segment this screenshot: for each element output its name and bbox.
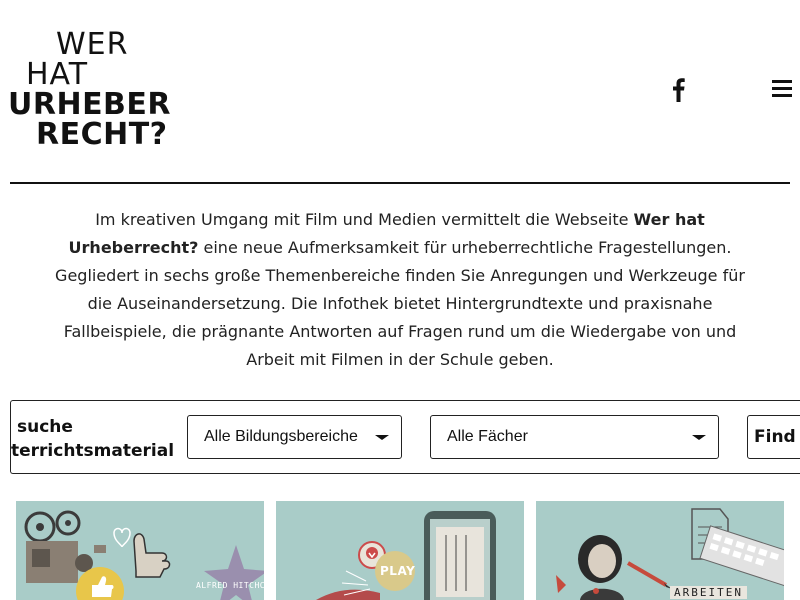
logo-line-urheber: URHEBER xyxy=(8,87,172,122)
arbeiten-stamp: ARBEITEN xyxy=(670,586,747,599)
find-button[interactable]: Find xyxy=(747,415,800,459)
chevron-down-icon xyxy=(692,435,706,440)
star-label: ALFRED HITCHCOCK xyxy=(196,581,264,590)
intro-paragraph: Im kreativen Umgang mit Film und Medien … xyxy=(50,206,750,374)
menu-bar-top xyxy=(772,80,792,83)
intro-text-part1: Im kreativen Umgang mit Film und Medien … xyxy=(95,210,634,229)
search-label-line1: suche xyxy=(17,417,73,437)
hamburger-menu-icon[interactable] xyxy=(772,80,792,98)
search-label: suche terrichtsmaterial xyxy=(11,415,191,463)
play-badge: PLAY xyxy=(380,564,416,578)
play-collage-image xyxy=(276,501,524,600)
facebook-icon[interactable] xyxy=(668,76,688,102)
logo-line-hat: HAT xyxy=(26,57,89,92)
intro-text-part2: eine neue Aufmerksamkeit für urheberrech… xyxy=(55,238,745,369)
logo-line-recht: RECHT? xyxy=(36,117,168,152)
logo-line-wer: WER xyxy=(56,27,129,62)
menu-bar-middle xyxy=(772,87,792,90)
bildungsbereich-select[interactable]: Alle Bildungsbereiche xyxy=(187,415,402,459)
topic-card-play[interactable]: PLAY xyxy=(276,501,524,600)
bildungsbereich-value: Alle Bildungsbereiche xyxy=(204,428,358,445)
faecher-select[interactable]: Alle Fächer xyxy=(430,415,719,459)
search-label-line2: terrichtsmaterial xyxy=(11,441,175,461)
topic-card-film[interactable]: ALFRED HITCHCOCK xyxy=(16,501,264,600)
topic-card-arbeiten[interactable]: ARBEITEN xyxy=(536,501,784,600)
header-divider xyxy=(10,182,790,184)
site-logo[interactable]: WER HAT URHEBER RECHT? xyxy=(8,28,208,158)
chevron-down-icon xyxy=(375,435,389,440)
material-search-bar: suche terrichtsmaterial Alle Bildungsber… xyxy=(10,400,800,474)
menu-bar-bottom xyxy=(772,94,792,97)
faecher-value: Alle Fächer xyxy=(447,428,528,445)
